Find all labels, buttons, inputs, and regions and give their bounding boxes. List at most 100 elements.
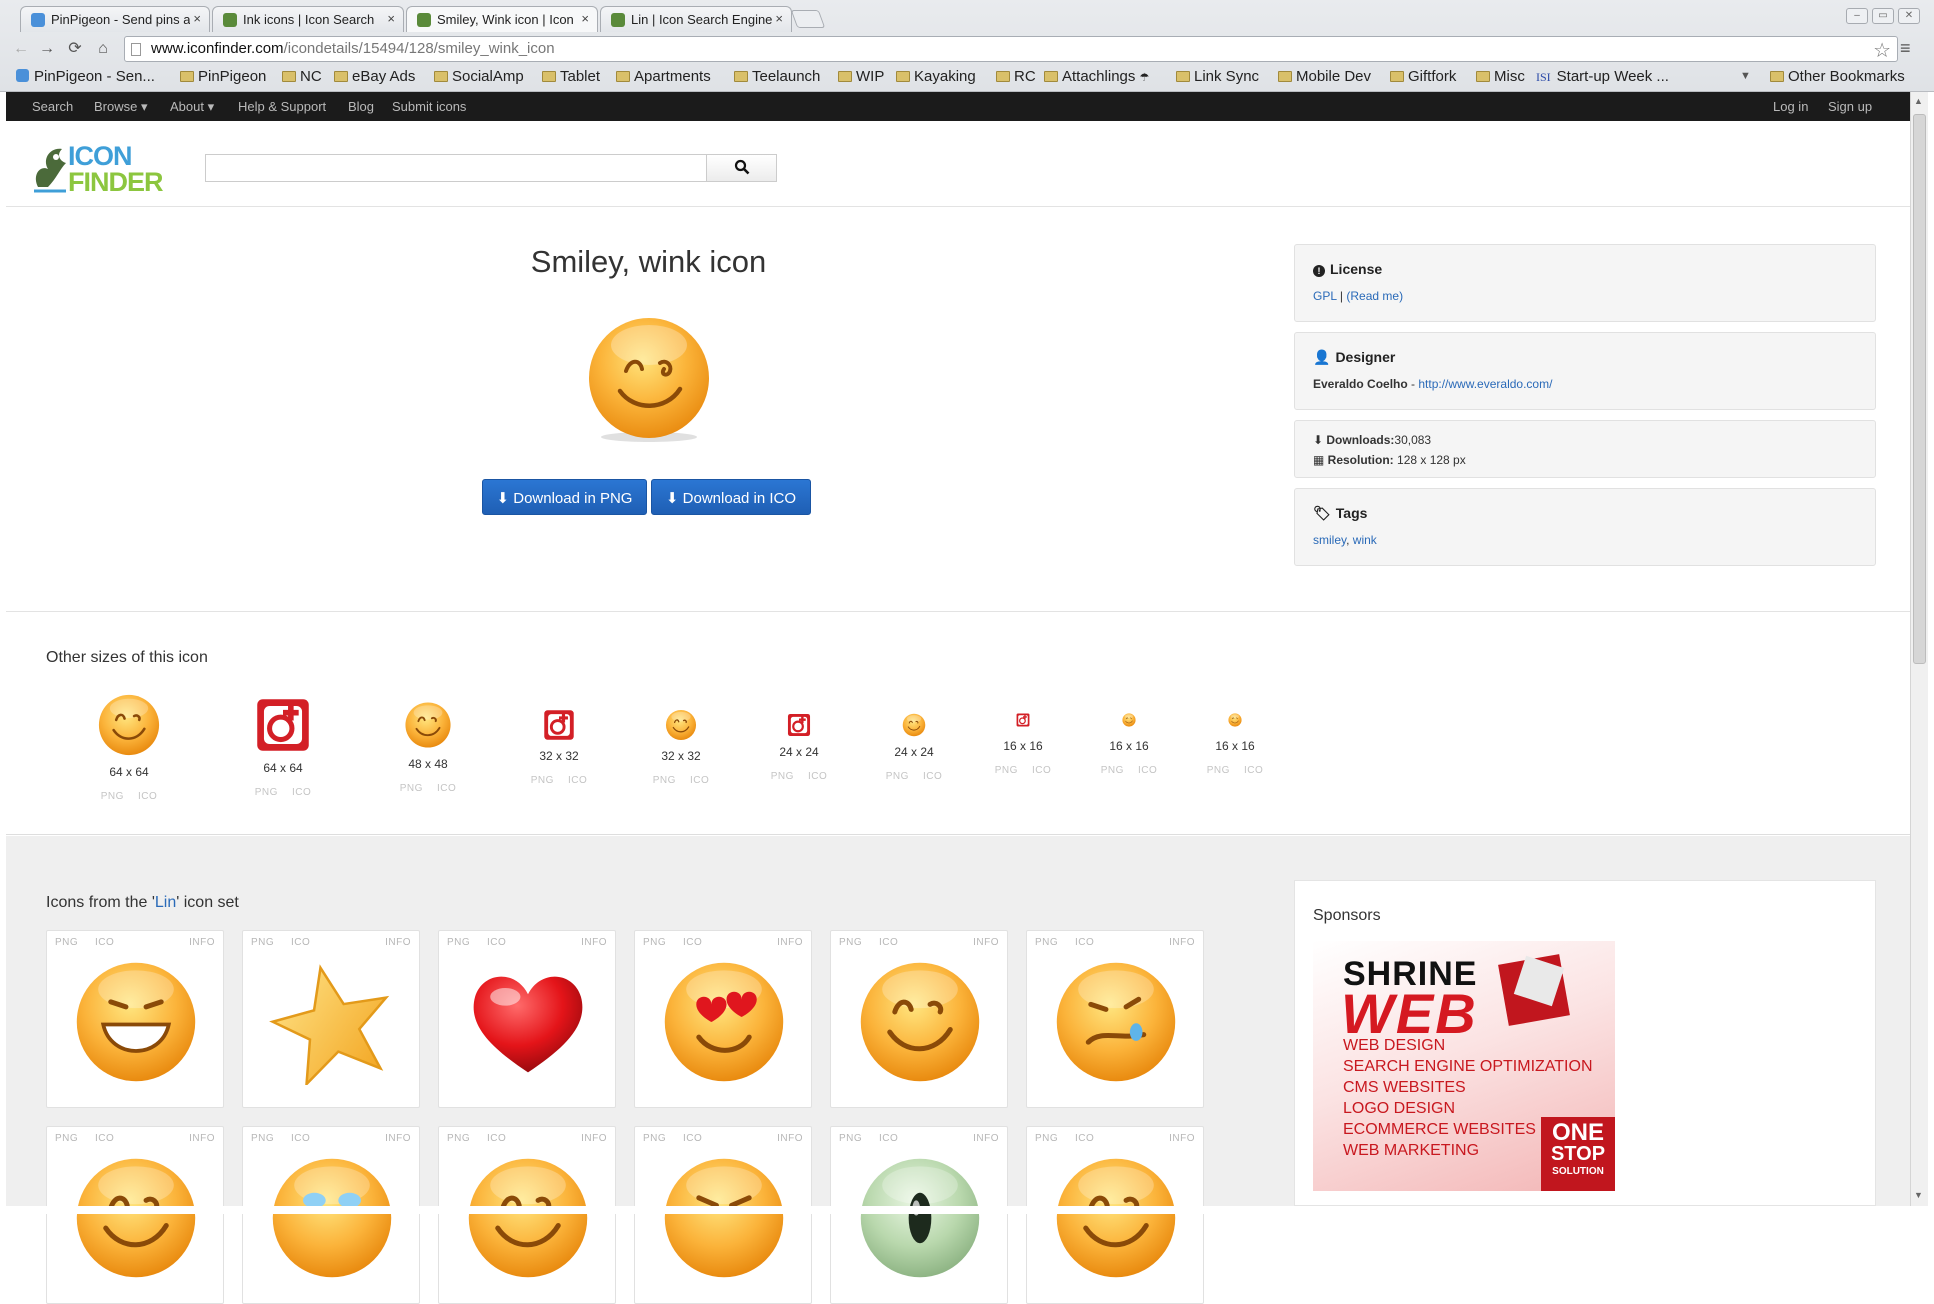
info-link[interactable]: INFO <box>1169 937 1195 948</box>
smiley-variant-icon[interactable] <box>79 693 179 757</box>
tab-close-icon[interactable]: × <box>193 11 201 26</box>
png-link[interactable]: PNG <box>653 775 676 786</box>
icon-card[interactable]: PNG ICO INFO <box>438 1126 616 1304</box>
ico-link[interactable]: ICO <box>1075 1133 1094 1144</box>
png-link[interactable]: PNG <box>531 775 554 786</box>
bookmark-folder[interactable]: RC <box>996 68 1036 85</box>
size-variant[interactable]: 16 x 16 PNG ICO <box>973 713 1073 776</box>
address-bar[interactable]: www.iconfinder.com/icondetails/15494/128… <box>124 36 1898 62</box>
size-variant[interactable]: 24 x 24 PNG ICO <box>749 713 849 782</box>
bookmarks-overflow-icon[interactable]: ▼ <box>1740 70 1751 82</box>
tab-ink-icons[interactable]: Ink icons | Icon Search × <box>212 6 404 32</box>
size-variant[interactable]: 16 x 16 PNG ICO <box>1185 713 1285 776</box>
nav-signup-link[interactable]: Sign up <box>1828 99 1872 114</box>
icon-card[interactable]: PNG ICO INFO <box>242 930 420 1108</box>
red-icon-variant-icon[interactable] <box>509 709 609 741</box>
tab-lin-search[interactable]: Lin | Icon Search Engine × <box>600 6 792 32</box>
size-variant[interactable]: 32 x 32 PNG ICO <box>631 709 731 786</box>
nav-submit-link[interactable]: Submit icons <box>392 99 466 114</box>
size-variant[interactable]: 64 x 64 PNG ICO <box>233 697 333 798</box>
ico-link[interactable]: ICO <box>923 771 942 782</box>
tab-smiley-wink[interactable]: Smiley, Wink icon | Icon × <box>406 6 598 32</box>
ico-link[interactable]: ICO <box>808 771 827 782</box>
ico-link[interactable]: ICO <box>568 775 587 786</box>
new-tab-button[interactable] <box>790 10 826 28</box>
bookmark-folder[interactable]: Apartments <box>616 68 711 85</box>
nav-blog-link[interactable]: Blog <box>348 99 374 114</box>
ico-link[interactable]: ICO <box>95 1133 114 1144</box>
scroll-down-icon[interactable]: ▼ <box>1914 1190 1923 1200</box>
bookmark-folder[interactable]: eBay Ads <box>334 68 415 85</box>
png-link[interactable]: PNG <box>447 1133 470 1144</box>
bookmark-folder[interactable]: Giftfork <box>1390 68 1456 85</box>
license-readme-link[interactable]: (Read me) <box>1346 289 1403 303</box>
bookmark-item[interactable]: PinPigeon - Sen... <box>16 68 155 85</box>
info-link[interactable]: INFO <box>189 937 215 948</box>
icon-card[interactable]: PNG ICO INFO <box>438 930 616 1108</box>
ico-link[interactable]: ICO <box>683 1133 702 1144</box>
scroll-up-icon[interactable]: ▲ <box>1914 96 1923 106</box>
sponsor-ad-banner[interactable]: SHRINE WEB WEB DESIGN SEARCH ENGINE OPTI… <box>1313 941 1615 1191</box>
smiley-variant-icon[interactable] <box>1185 713 1285 729</box>
scrollbar-thumb[interactable] <box>1913 114 1926 664</box>
browser-menu-icon[interactable]: ≡ <box>1900 38 1911 59</box>
icon-card[interactable]: PNG ICO INFO <box>634 1126 812 1304</box>
icon-card[interactable]: PNG ICO INFO <box>1026 930 1204 1108</box>
license-gpl-link[interactable]: GPL <box>1313 289 1337 303</box>
ico-link[interactable]: ICO <box>879 937 898 948</box>
smiley-variant-icon[interactable] <box>864 713 964 737</box>
info-link[interactable]: INFO <box>385 937 411 948</box>
red-icon-variant-icon[interactable] <box>973 713 1073 729</box>
png-link[interactable]: PNG <box>55 1133 78 1144</box>
ico-link[interactable]: ICO <box>437 783 456 794</box>
search-button[interactable] <box>706 154 777 182</box>
reload-button[interactable]: ⟳ <box>64 38 86 60</box>
ico-link[interactable]: ICO <box>690 775 709 786</box>
ico-link[interactable]: ICO <box>138 791 157 802</box>
other-bookmarks-folder[interactable]: Other Bookmarks <box>1770 68 1905 85</box>
nav-login-link[interactable]: Log in <box>1773 99 1808 114</box>
png-link[interactable]: PNG <box>839 1133 862 1144</box>
bookmark-star-icon[interactable]: ☆ <box>1873 38 1891 63</box>
red-icon-variant-icon[interactable] <box>749 713 849 737</box>
nav-browse-menu[interactable]: Browse ▾ <box>94 99 148 115</box>
iconfinder-logo[interactable]: ICON FINDER <box>30 139 165 199</box>
info-link[interactable]: INFO <box>973 1133 999 1144</box>
bookmark-folder[interactable]: Link Sync <box>1176 68 1259 85</box>
ico-link[interactable]: ICO <box>291 1133 310 1144</box>
bookmark-folder[interactable]: Teelaunch <box>734 68 820 85</box>
png-link[interactable]: PNG <box>251 1133 274 1144</box>
png-link[interactable]: PNG <box>771 771 794 782</box>
bookmark-folder[interactable]: Kayaking <box>896 68 976 85</box>
bookmark-folder[interactable]: SocialAmp <box>434 68 524 85</box>
info-link[interactable]: INFO <box>777 1133 803 1144</box>
tab-close-icon[interactable]: × <box>581 11 589 26</box>
png-link[interactable]: PNG <box>255 787 278 798</box>
ico-link[interactable]: ICO <box>683 937 702 948</box>
smiley-variant-icon[interactable] <box>1079 713 1179 729</box>
nav-search-link[interactable]: Search <box>32 99 73 114</box>
smiley-variant-icon[interactable] <box>378 701 478 749</box>
png-link[interactable]: PNG <box>1035 937 1058 948</box>
size-variant[interactable]: 48 x 48 PNG ICO <box>378 701 478 794</box>
info-link[interactable]: INFO <box>385 1133 411 1144</box>
png-link[interactable]: PNG <box>400 783 423 794</box>
icon-card[interactable]: PNG ICO INFO <box>46 1126 224 1304</box>
size-variant[interactable]: 64 x 64 PNG ICO <box>79 693 179 802</box>
size-variant[interactable]: 16 x 16 PNG ICO <box>1079 713 1179 776</box>
nav-help-link[interactable]: Help & Support <box>238 99 326 114</box>
ico-link[interactable]: ICO <box>879 1133 898 1144</box>
bookmark-folder[interactable]: Misc <box>1476 68 1525 85</box>
png-link[interactable]: PNG <box>1035 1133 1058 1144</box>
tag-link[interactable]: smiley <box>1313 533 1346 547</box>
bookmark-folder[interactable]: PinPigeon <box>180 68 266 85</box>
ico-link[interactable]: ICO <box>1244 765 1263 776</box>
back-button[interactable]: ← <box>10 38 32 60</box>
download-png-button[interactable]: ⬇ Download in PNG <box>482 479 647 515</box>
png-link[interactable]: PNG <box>886 771 909 782</box>
icon-card[interactable]: PNG ICO INFO <box>1026 1126 1204 1304</box>
red-icon-variant-icon[interactable] <box>233 697 333 753</box>
bookmark-folder[interactable]: Tablet <box>542 68 600 85</box>
bookmark-folder[interactable]: Mobile Dev <box>1278 68 1371 85</box>
download-ico-button[interactable]: ⬇ Download in ICO <box>651 479 811 515</box>
